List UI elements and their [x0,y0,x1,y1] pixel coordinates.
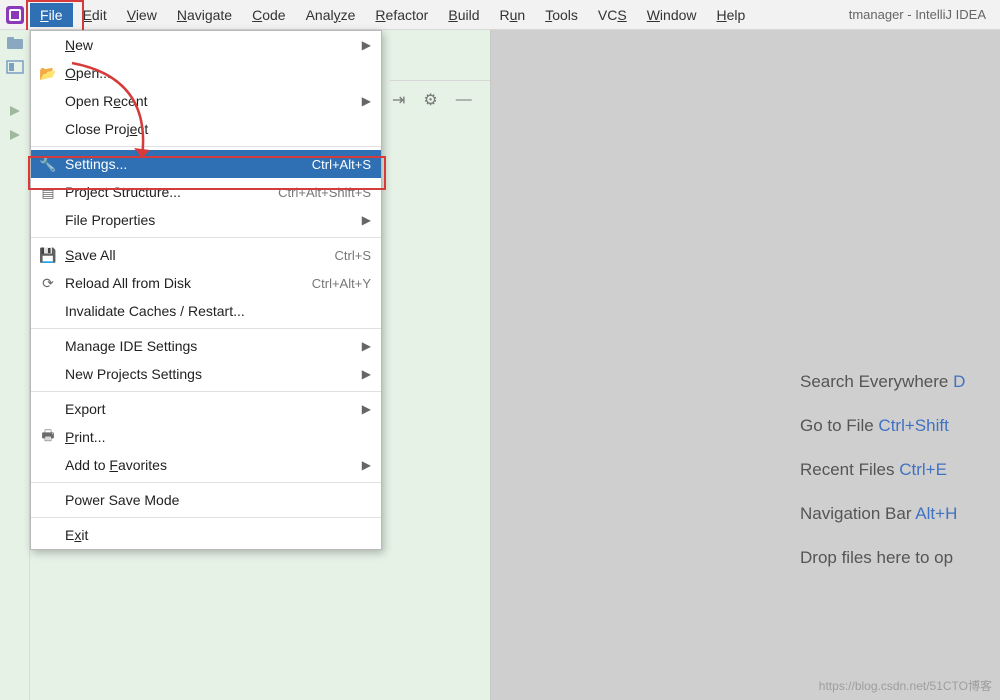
keyboard-shortcut: Ctrl+E [899,460,947,479]
menu-build[interactable]: Build [438,3,489,27]
menu-run[interactable]: Run [490,3,536,27]
gear-icon[interactable]: ⚙ [423,90,437,110]
file-menu-add-to-favorites[interactable]: Add to Favorites ▶ [31,451,381,479]
menu-item-label: Project Structure... [65,184,181,200]
structure-tool-icon[interactable] [6,60,24,74]
menubar: FileEditViewNavigateCodeAnalyzeRefactorB… [0,0,1000,30]
file-menu-print[interactable]: 🖶 Print... [31,423,381,451]
hint-line: Drop files here to op [800,536,1000,580]
menu-item-label: Reload All from Disk [65,275,191,291]
project-tool-icon[interactable] [6,36,24,50]
tool-window-gutter[interactable] [0,30,30,700]
file-menu-settings[interactable]: 🔧 Settings... Ctrl+Alt+S [31,150,381,178]
wrench-icon: 🔧 [39,156,57,173]
minimize-icon[interactable]: — [456,91,472,109]
hint-line: Go to File Ctrl+Shift [800,404,1000,448]
shortcut-label: Ctrl+Alt+Shift+S [278,185,371,200]
menu-item-label: Save All [65,247,116,263]
menu-item-label: New Projects Settings [65,366,202,382]
hint-line: Recent Files Ctrl+E [800,448,1000,492]
file-menu-export[interactable]: Export ▶ [31,395,381,423]
print-icon: 🖶 [39,425,57,449]
debug-tool-icon[interactable] [6,128,24,142]
chevron-right-icon: ▶ [362,458,371,472]
shortcut-label: Ctrl+S [335,248,371,263]
hint-line: Search Everywhere D [800,360,1000,404]
chevron-right-icon: ▶ [362,213,371,227]
hint-line: Navigation Bar Alt+H [800,492,1000,536]
content-area: ⇥ ⚙ — Search Everywhere DGo to File Ctrl… [0,30,1000,700]
shortcut-label: Ctrl+Alt+S [312,157,371,172]
folder-open-icon: 📂 [39,65,57,82]
file-menu-reload-all-from-disk[interactable]: ⟳ Reload All from Disk Ctrl+Alt+Y [31,269,381,297]
file-menu-close-project[interactable]: Close Project [31,115,381,143]
menu-refactor[interactable]: Refactor [365,3,438,27]
save-icon: 💾 [39,247,57,264]
menu-view[interactable]: View [117,3,167,27]
file-menu-invalidate-caches-restart[interactable]: Invalidate Caches / Restart... [31,297,381,325]
menu-item-label: Print... [65,429,105,445]
menu-item-label: Power Save Mode [65,492,179,508]
menu-item-label: Manage IDE Settings [65,338,197,354]
file-menu-project-structure[interactable]: ▤ Project Structure... Ctrl+Alt+Shift+S [31,178,381,206]
menu-tools[interactable]: Tools [535,3,588,27]
keyboard-shortcut: Ctrl+Shift [878,416,948,435]
menu-item-label: New [65,37,93,53]
menu-window[interactable]: Window [637,3,707,27]
shortcut-label: Ctrl+Alt+Y [312,276,371,291]
align-icon[interactable]: ⇥ [392,90,405,110]
menu-item-label: Exit [65,527,88,543]
file-menu-open-recent[interactable]: Open Recent ▶ [31,87,381,115]
run-tool-icon[interactable] [6,104,24,118]
menu-analyze[interactable]: Analyze [296,3,366,27]
watermark: https://blog.csdn.net/51CTO博客 [819,677,992,694]
window-title: tmanager - IntelliJ IDEA [849,7,996,22]
menu-item-label: Open Recent [65,93,148,109]
file-menu-exit[interactable]: Exit [31,521,381,549]
chevron-right-icon: ▶ [362,339,371,353]
menu-item-label: Open... [65,65,111,81]
app-icon [6,6,24,24]
menu-navigate[interactable]: Navigate [167,3,242,27]
menu-item-label: File Properties [65,212,155,228]
file-menu-open[interactable]: 📂 Open... [31,59,381,87]
menu-vcs[interactable]: VCS [588,3,637,27]
file-menu-new[interactable]: New ▶ [31,31,381,59]
menu-code[interactable]: Code [242,3,295,27]
editor-pane: Search Everywhere DGo to File Ctrl+Shift… [490,30,1000,700]
chevron-right-icon: ▶ [362,367,371,381]
welcome-hints: Search Everywhere DGo to File Ctrl+Shift… [800,360,1000,580]
file-menu-new-projects-settings[interactable]: New Projects Settings ▶ [31,360,381,388]
project-structure-icon: ▤ [39,184,57,201]
chevron-right-icon: ▶ [362,94,371,108]
file-menu-manage-ide-settings[interactable]: Manage IDE Settings ▶ [31,332,381,360]
chevron-right-icon: ▶ [362,38,371,52]
menu-help[interactable]: Help [707,3,756,27]
file-menu-power-save-mode[interactable]: Power Save Mode [31,486,381,514]
menu-item-label: Export [65,401,105,417]
menu-item-label: Add to Favorites [65,457,167,473]
toolbar-strip: ⇥ ⚙ — [390,30,490,700]
keyboard-shortcut: Alt+H [915,504,957,523]
file-menu-file-properties[interactable]: File Properties ▶ [31,206,381,234]
keyboard-shortcut: D [953,372,965,391]
file-menu-dropdown[interactable]: New ▶ 📂 Open... Open Recent ▶ Close Project 🔧 Se… [30,30,382,550]
reload-icon: ⟳ [39,275,57,292]
menu-item-label: Invalidate Caches / Restart... [65,303,245,319]
menu-edit[interactable]: Edit [73,3,117,27]
menu-item-label: Settings... [65,156,127,172]
chevron-right-icon: ▶ [362,402,371,416]
menu-file[interactable]: File [30,3,73,27]
menu-item-label: Close Project [65,121,148,137]
file-menu-save-all[interactable]: 💾 Save All Ctrl+S [31,241,381,269]
